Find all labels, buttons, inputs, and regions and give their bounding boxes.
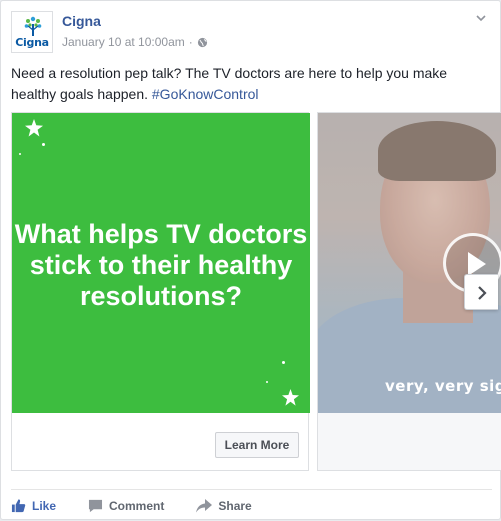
- card-2-video-thumbnail[interactable]: very, very sign: [318, 113, 501, 413]
- carousel-card-1[interactable]: What helps TV doctors stick to their hea…: [11, 112, 310, 471]
- sparkle-dot: [282, 361, 285, 364]
- post-timestamp[interactable]: January 10 at 10:00am: [62, 35, 185, 49]
- learn-more-button[interactable]: Learn More: [215, 432, 299, 458]
- video-caption: very, very sign: [385, 377, 501, 395]
- post-message: Need a resolution pep talk? The TV docto…: [11, 63, 491, 105]
- sparkle-dot: [19, 153, 21, 155]
- share-arrow-icon: [196, 498, 213, 512]
- facebook-post: Cigna Cigna January 10 at 10:00am · Need…: [0, 0, 501, 520]
- share-button[interactable]: Share: [196, 492, 252, 520]
- cigna-logo-avatar[interactable]: Cigna: [11, 11, 53, 53]
- meta-separator: ·: [188, 35, 193, 49]
- sparkle-star-icon: [25, 119, 43, 137]
- like-button[interactable]: Like: [11, 492, 56, 520]
- sparkle-dot: [266, 381, 268, 383]
- chevron-down-icon[interactable]: [474, 11, 488, 25]
- post-meta: January 10 at 10:00am ·: [62, 35, 208, 49]
- comment-label: Comment: [109, 498, 165, 513]
- thumbs-up-icon: [11, 499, 26, 513]
- like-label: Like: [32, 498, 57, 513]
- comment-button[interactable]: Comment: [88, 492, 164, 520]
- comment-icon: [88, 499, 103, 512]
- avatar-wordmark: Cigna: [15, 36, 49, 49]
- post-header: Cigna Cigna January 10 at 10:00am ·: [11, 9, 492, 57]
- card-1-image[interactable]: What helps TV doctors stick to their hea…: [12, 113, 310, 413]
- sparkle-dot: [42, 143, 45, 146]
- tree-logo-icon: [24, 16, 42, 36]
- carousel: What helps TV doctors stick to their hea…: [11, 112, 501, 474]
- carousel-next-button[interactable]: [464, 274, 498, 310]
- share-label: Share: [218, 498, 252, 513]
- card-1-headline: What helps TV doctors stick to their hea…: [14, 219, 308, 311]
- sparkle-star-icon: [282, 389, 299, 406]
- globe-icon[interactable]: [197, 37, 208, 48]
- post-actions-bar: Like Comment Share: [11, 489, 492, 521]
- page-name-link[interactable]: Cigna: [62, 13, 101, 29]
- chevron-right-icon: [478, 286, 487, 300]
- hashtag-link[interactable]: #GoKnowControl: [152, 86, 259, 102]
